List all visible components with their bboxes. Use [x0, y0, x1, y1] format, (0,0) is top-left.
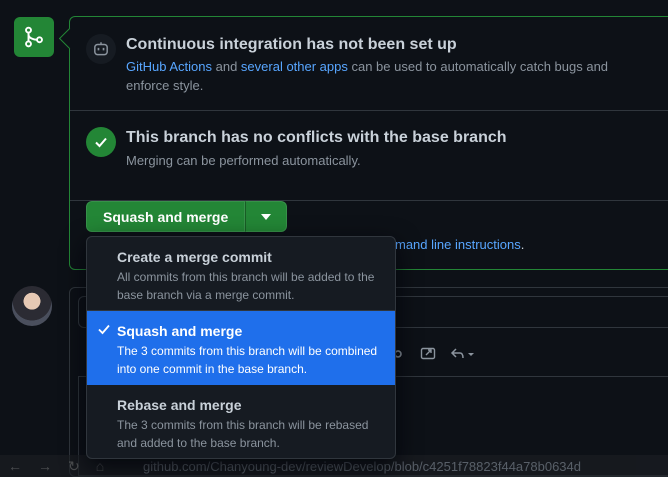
- github-actions-link[interactable]: GitHub Actions: [126, 59, 212, 74]
- cross-reference-icon: [420, 347, 436, 360]
- command-line-instructions-link[interactable]: mand line instructions.: [395, 237, 524, 252]
- ci-description: GitHub Actions and several other apps ca…: [126, 57, 646, 95]
- back-arrow-icon[interactable]: ←: [8, 458, 22, 475]
- merge-option-squash[interactable]: Squash and merge The 3 commits from this…: [87, 311, 395, 385]
- cmd-link-suffix: .: [520, 237, 525, 252]
- option-title: Create a merge commit: [117, 249, 272, 265]
- option-description: The 3 commits from this branch will be c…: [117, 344, 378, 376]
- option-description: All commits from this branch will be add…: [117, 270, 375, 302]
- triangle-down-icon: [261, 213, 272, 220]
- reply-icon: [450, 348, 474, 359]
- check-circle-icon: [86, 127, 116, 157]
- url-bar[interactable]: github.com/Chanyoung-dev/reviewDevelop/b…: [143, 459, 581, 474]
- browser-nav: ← → ↻ ⌂: [0, 458, 104, 475]
- merge-method-dropdown-button[interactable]: [245, 201, 288, 232]
- ci-text-and: and: [212, 59, 241, 74]
- merge-button-group: Squash and merge: [86, 201, 288, 232]
- merge-method-menu: Create a merge commit All commits from t…: [86, 236, 396, 459]
- ci-title: Continuous integration has not been set …: [126, 36, 457, 53]
- ci-section: Continuous integration has not been set …: [70, 17, 668, 111]
- other-apps-link[interactable]: several other apps: [241, 59, 348, 74]
- comment-toolbar: [390, 346, 476, 362]
- squash-merge-button[interactable]: Squash and merge: [86, 201, 246, 232]
- git-merge-icon: [14, 17, 54, 57]
- forward-arrow-icon[interactable]: →: [38, 458, 52, 475]
- home-icon[interactable]: ⌂: [96, 458, 104, 475]
- option-title: Rebase and merge: [117, 397, 242, 413]
- merge-box: Continuous integration has not been set …: [69, 16, 668, 270]
- conflicts-title: This branch has no conflicts with the ba…: [126, 129, 507, 146]
- merge-option-create-commit[interactable]: Create a merge commit All commits from t…: [87, 237, 395, 311]
- robot-icon: [86, 34, 116, 64]
- cmd-link-text: mand line instructions: [395, 237, 521, 252]
- avatar[interactable]: [12, 286, 52, 326]
- option-title: Squash and merge: [117, 323, 243, 339]
- reload-icon[interactable]: ↻: [68, 458, 80, 475]
- merge-option-rebase[interactable]: Rebase and merge The 3 commits from this…: [87, 385, 395, 458]
- check-icon: [98, 324, 110, 335]
- conflicts-section: This branch has no conflicts with the ba…: [70, 110, 668, 201]
- option-description: The 3 commits from this branch will be r…: [117, 418, 369, 450]
- conflicts-description: Merging can be performed automatically.: [126, 153, 361, 168]
